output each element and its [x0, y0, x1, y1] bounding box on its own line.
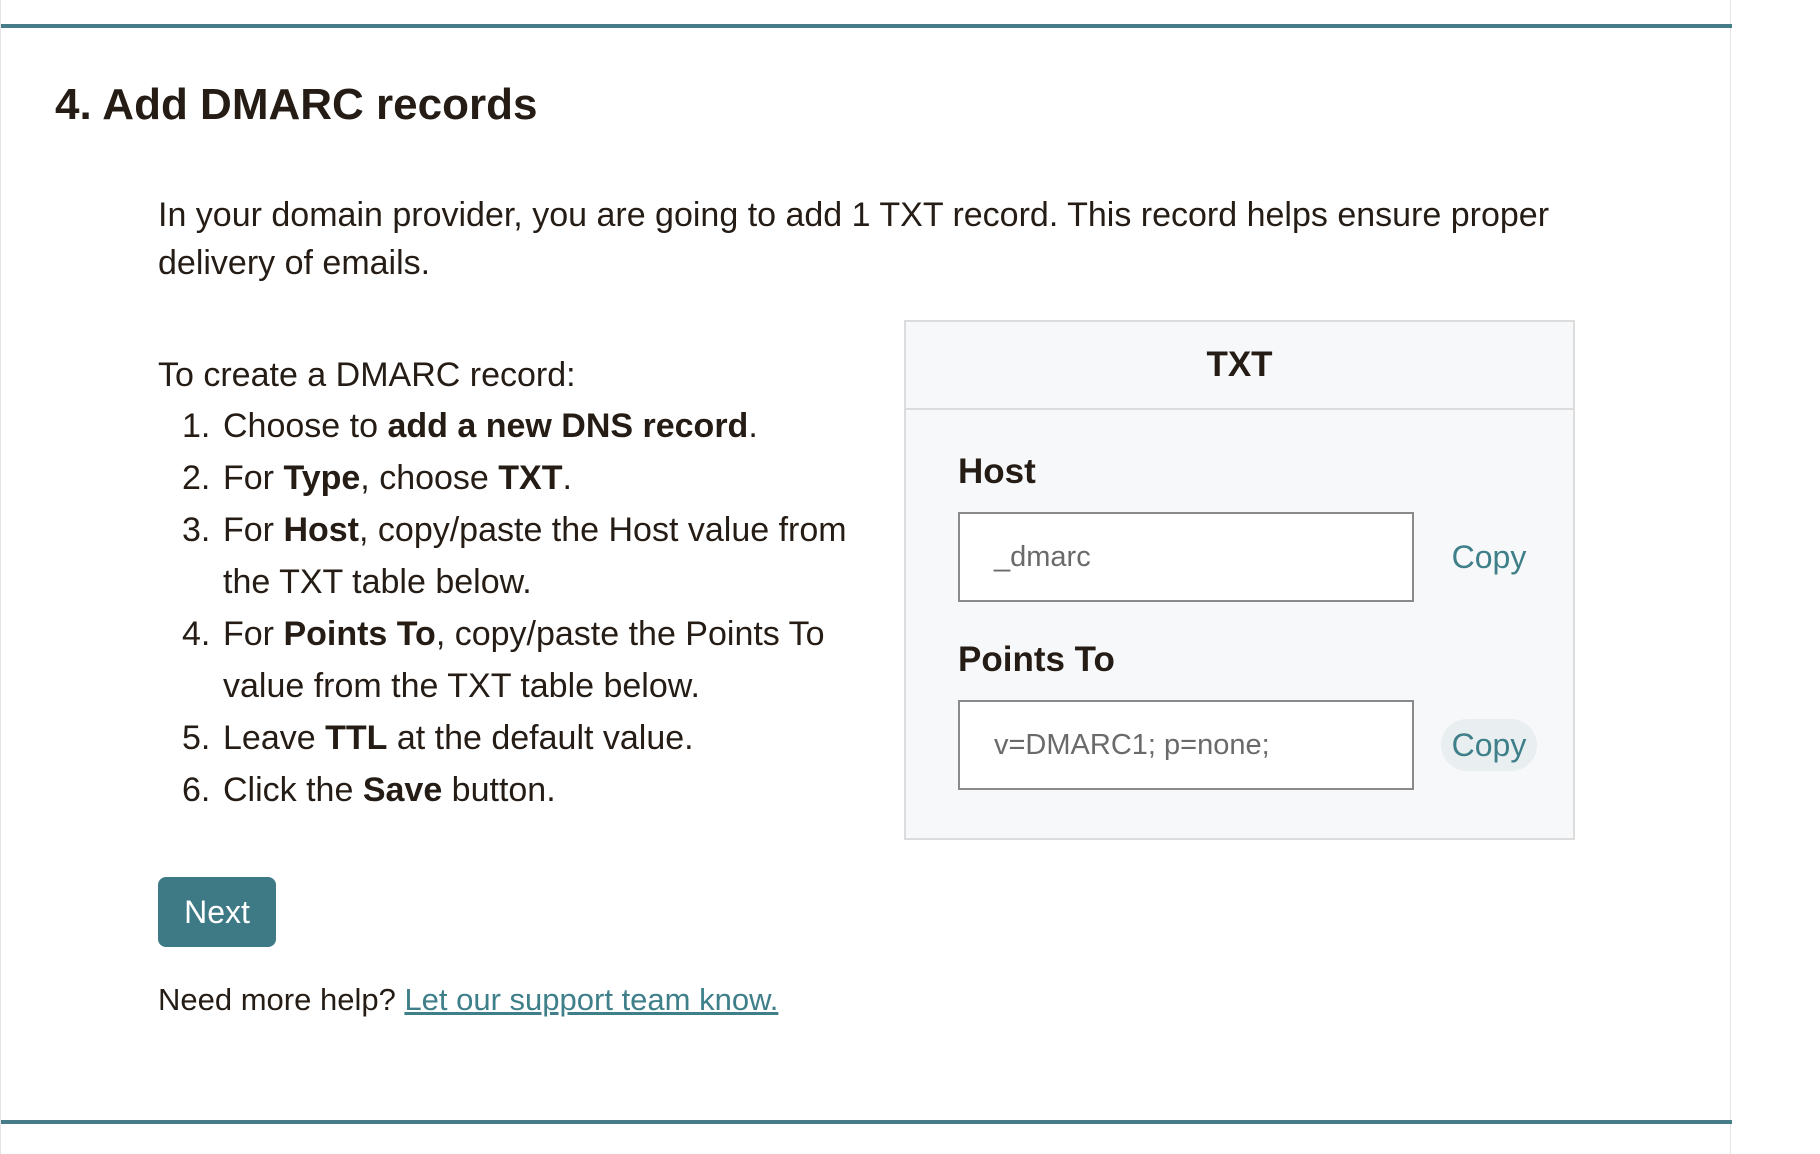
points-to-value-field[interactable]: v=DMARC1; p=none; [958, 700, 1414, 790]
instruction-item: 3. For Host, copy/paste the Host value fr… [182, 511, 847, 601]
help-line: Need more help? Let our support team kno… [158, 982, 778, 1018]
instruction-item: 6. Click the Save button. [182, 771, 556, 809]
host-value-field[interactable]: _dmarc [958, 512, 1414, 602]
page: 4. Add DMARC records In your domain prov… [0, 0, 1820, 1154]
instruction-item: 2. For Type, choose TXT. [182, 459, 572, 497]
instruction-item: 5. Leave TTL at the default value. [182, 719, 694, 757]
top-divider [1, 24, 1732, 28]
copy-host-button[interactable]: Copy [1441, 531, 1537, 583]
copy-points-to-button[interactable]: Copy [1441, 719, 1537, 771]
support-link[interactable]: Let our support team know. [404, 982, 778, 1017]
intro-text: In your domain provider, you are going t… [158, 196, 1550, 282]
next-button[interactable]: Next [158, 877, 276, 947]
txt-card-header: TXT [906, 322, 1573, 410]
step-title: 4. Add DMARC records [55, 80, 538, 129]
help-prefix: Need more help? [158, 982, 405, 1017]
host-label: Host [958, 452, 1036, 491]
instruction-item: 1. Choose to add a new DNS record. [182, 407, 758, 445]
txt-record-card: TXT Host _dmarc Copy Points To v=DMARC1;… [904, 320, 1575, 840]
instructions-heading: To create a DMARC record: [158, 356, 576, 394]
bottom-divider [1, 1120, 1732, 1124]
setup-step-card: 4. Add DMARC records In your domain prov… [0, 0, 1732, 1154]
instructions-list: 1. Choose to add a new DNS record. 2. For … [158, 400, 878, 816]
instruction-item: 4. For Points To, copy/paste the Points T… [182, 615, 825, 705]
points-to-label: Points To [958, 640, 1115, 679]
